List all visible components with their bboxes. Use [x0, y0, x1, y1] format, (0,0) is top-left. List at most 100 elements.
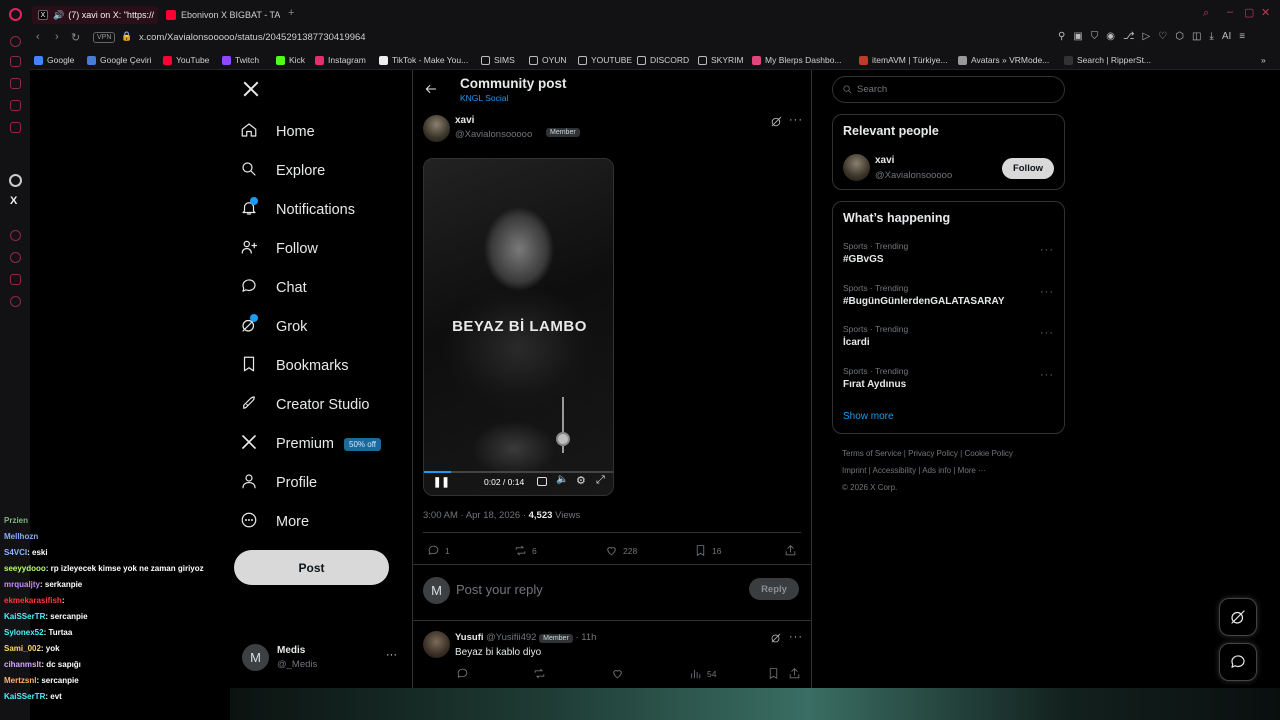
bookmark-item[interactable]: Search | RipperSt...: [1064, 53, 1151, 67]
comment-like-icon[interactable]: [611, 667, 629, 680]
reply-action[interactable]: 1: [427, 544, 450, 557]
bookmark-item[interactable]: Twitch: [222, 53, 259, 67]
bookmark-item[interactable]: YouTube: [163, 53, 209, 67]
shield-icon[interactable]: ⛉: [1091, 31, 1099, 42]
comment-avatar[interactable]: [423, 631, 450, 658]
nav-explore[interactable]: Explore: [240, 157, 325, 185]
bookmark-item[interactable]: Google Çeviri: [87, 53, 152, 67]
captions-icon[interactable]: [537, 477, 547, 486]
heart-icon[interactable]: ♡: [1158, 31, 1167, 42]
snapshot-icon[interactable]: ▣: [1073, 31, 1082, 42]
x-logo-icon[interactable]: [242, 80, 260, 98]
bookmark-item[interactable]: Google: [34, 53, 74, 67]
download-icon[interactable]: ⤓: [1209, 31, 1213, 42]
person-handle[interactable]: @Xavialonsooooo: [875, 170, 952, 181]
comment-reply-icon[interactable]: [456, 667, 474, 680]
comment-handle[interactable]: @Yusifii492: [486, 632, 536, 643]
back-arrow-icon[interactable]: [424, 82, 438, 96]
trend-more-icon[interactable]: ···: [1040, 369, 1054, 381]
volume-icon[interactable]: 🔈: [556, 474, 568, 485]
nav-follow[interactable]: Follow: [240, 235, 318, 263]
bookmark-item[interactable]: SIMS: [481, 53, 515, 67]
trend-item[interactable]: Sports · Trending Fırat Aydınus: [843, 366, 1043, 390]
grok-icon[interactable]: [770, 115, 783, 128]
menu-icon[interactable]: ≡: [1239, 31, 1245, 42]
nav-chat[interactable]: Chat: [240, 274, 307, 302]
bookmarks-overflow-icon[interactable]: »: [1261, 53, 1266, 67]
trend-item[interactable]: Sports · Trending İcardi: [843, 324, 1043, 348]
sidebar-app-icon[interactable]: [10, 230, 21, 241]
nav-creator-studio[interactable]: Creator Studio: [240, 391, 370, 419]
bookmark-item[interactable]: YOUTUBE: [578, 53, 632, 67]
sidebar-app-icon[interactable]: [10, 100, 21, 111]
show-more-link[interactable]: Show more: [843, 411, 894, 422]
footer-link[interactable]: Ads info: [922, 466, 951, 475]
search-input[interactable]: Search: [832, 76, 1065, 103]
comment-author[interactable]: Yusufi: [455, 632, 484, 643]
x-sidebar-icon[interactable]: X: [10, 195, 17, 207]
reload-button[interactable]: ↻: [71, 31, 80, 44]
volume-knob[interactable]: [556, 432, 570, 446]
minimize-button[interactable]: –: [1227, 6, 1233, 18]
account-switcher[interactable]: M Medis @_Medis ···: [242, 644, 402, 674]
vpn-badge[interactable]: VPN: [93, 32, 116, 43]
bookmark-action[interactable]: 16: [694, 544, 721, 557]
footer-link[interactable]: More ···: [958, 466, 986, 475]
post-more-icon[interactable]: ···: [789, 114, 803, 126]
tab-youtube[interactable]: Ebonivon X BIGBAT - TAM: [160, 6, 280, 24]
repost-action[interactable]: 6: [514, 544, 537, 557]
extensions-icon[interactable]: ⬡: [1175, 31, 1184, 42]
bookmark-item[interactable]: SKYRIM: [698, 53, 744, 67]
bookmark-item[interactable]: My Blerps Dashbo...: [752, 53, 842, 67]
url-field[interactable]: x.com/Xavialonsooooo/status/204529138773…: [139, 32, 366, 43]
messages-float-button[interactable]: [1219, 643, 1257, 681]
nav-notifications[interactable]: Notifications: [240, 196, 355, 224]
footer-link[interactable]: Cookie Policy: [964, 449, 1012, 458]
like-action[interactable]: 228: [605, 544, 637, 557]
fullscreen-icon[interactable]: ⤢: [596, 474, 605, 487]
play-icon[interactable]: ▷: [1143, 31, 1151, 42]
bookmark-item[interactable]: OYUN: [529, 53, 567, 67]
opera-logo-icon[interactable]: [9, 8, 22, 21]
flow-icon[interactable]: ⎇: [1123, 31, 1135, 42]
nav-premium[interactable]: Premium 50% off: [240, 430, 381, 458]
footer-link[interactable]: Imprint: [842, 466, 866, 475]
comment-share-icon[interactable]: [788, 667, 806, 680]
share-action[interactable]: [784, 544, 802, 557]
bookmark-item[interactable]: Kick: [276, 53, 305, 67]
video-player[interactable]: BEYAZ Bİ LAMBO ❚❚ 0:02 / 0:14 🔈 ⚙ ⤢: [423, 158, 614, 496]
sidebar-app-icon[interactable]: [10, 56, 21, 67]
comment-repost-icon[interactable]: [533, 667, 551, 680]
pin-icon[interactable]: ⚲: [1058, 31, 1065, 42]
person-name[interactable]: xavi: [875, 155, 894, 166]
speaker-icon[interactable]: 🔊: [53, 10, 64, 21]
sidebar-app-icon[interactable]: [10, 122, 21, 133]
pause-icon[interactable]: ❚❚: [433, 477, 450, 488]
sidebar-app-icon[interactable]: [10, 78, 21, 89]
forward-button[interactable]: ›: [55, 31, 59, 43]
bookmark-item[interactable]: Instagram: [315, 53, 366, 67]
tab-active[interactable]: X 🔊 (7) xavi on X: "https://: [32, 6, 158, 24]
nav-grok[interactable]: Grok: [240, 313, 307, 341]
comment-bookmark-icon[interactable]: [767, 667, 785, 680]
post-button[interactable]: Post: [234, 550, 389, 585]
bookmark-item[interactable]: DISCORD: [637, 53, 689, 67]
nav-home[interactable]: Home: [240, 118, 315, 146]
settings-icon[interactable]: [10, 296, 21, 307]
trend-more-icon[interactable]: ···: [1040, 327, 1054, 339]
bookmark-item[interactable]: Avatars » VRMode...: [958, 53, 1049, 67]
cube-icon[interactable]: ◫: [1192, 31, 1201, 42]
footer-link[interactable]: Terms of Service: [842, 449, 902, 458]
trend-more-icon[interactable]: ···: [1040, 244, 1054, 256]
bookmark-item[interactable]: itemAVM | Türkiye...: [859, 53, 948, 67]
maximize-button[interactable]: ▢: [1244, 6, 1254, 19]
nav-bookmarks[interactable]: Bookmarks: [240, 352, 349, 380]
aria-ai-icon[interactable]: AI: [1222, 31, 1231, 42]
author-handle[interactable]: @Xavialonsooooo: [455, 129, 532, 140]
bookmark-item[interactable]: TikTok - Make You...: [379, 53, 468, 67]
follow-button[interactable]: Follow: [1002, 158, 1054, 179]
settings-gear-icon[interactable]: ⚙: [576, 474, 586, 487]
camera-icon[interactable]: ◉: [1106, 31, 1115, 42]
sidebar-app-icon[interactable]: [10, 252, 21, 263]
comment-more-icon[interactable]: ···: [789, 631, 803, 643]
